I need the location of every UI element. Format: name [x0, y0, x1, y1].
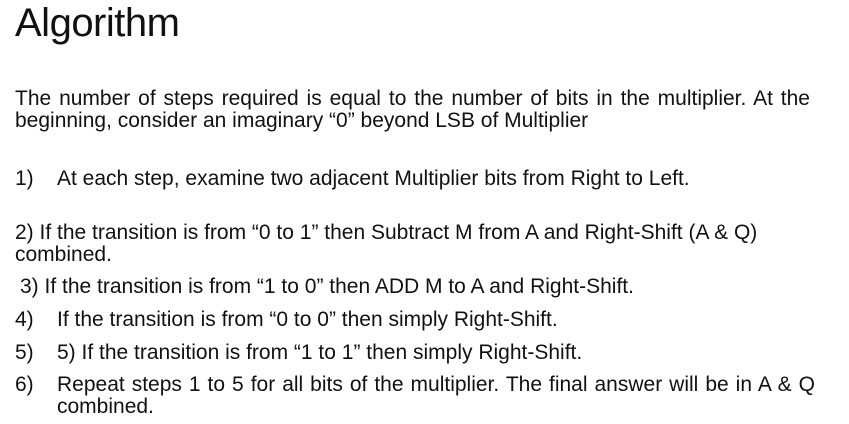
list-item-number: 6)	[15, 373, 34, 396]
list-item: 4) If the transition is from “0 to 0” th…	[15, 309, 735, 331]
list-item-text: Repeat steps 1 to 5 for all bits of the …	[57, 373, 815, 418]
list-item-text: At each step, examine two adjacent Multi…	[57, 167, 690, 190]
list-item-text: 2) If the transition is from “0 to 1” th…	[15, 221, 758, 266]
list-item: 5) 5) If the transition is from “1 to 1”…	[15, 342, 755, 364]
list-item: 2) If the transition is from “0 to 1” th…	[15, 222, 770, 266]
list-item-text: 5) If the transition is from “1 to 1” th…	[57, 341, 583, 364]
intro-paragraph: The number of steps required is equal to…	[15, 87, 810, 132]
page-title: Algorithm	[15, 1, 180, 45]
list-item-number: 4)	[15, 308, 34, 331]
list-item-number: 5)	[15, 341, 34, 364]
list-item: 6) Repeat steps 1 to 5 for all bits of t…	[15, 374, 815, 418]
list-item: 3) If the transition is from “1 to 0” th…	[20, 276, 835, 298]
slide: Algorithm The number of steps required i…	[0, 0, 849, 424]
list-item-number: 1)	[15, 167, 34, 190]
list-item-text: 3) If the transition is from “1 to 0” th…	[20, 275, 634, 298]
list-item: 1) At each step, examine two adjacent Mu…	[15, 168, 803, 190]
list-item-text: If the transition is from “0 to 0” then …	[57, 308, 558, 331]
